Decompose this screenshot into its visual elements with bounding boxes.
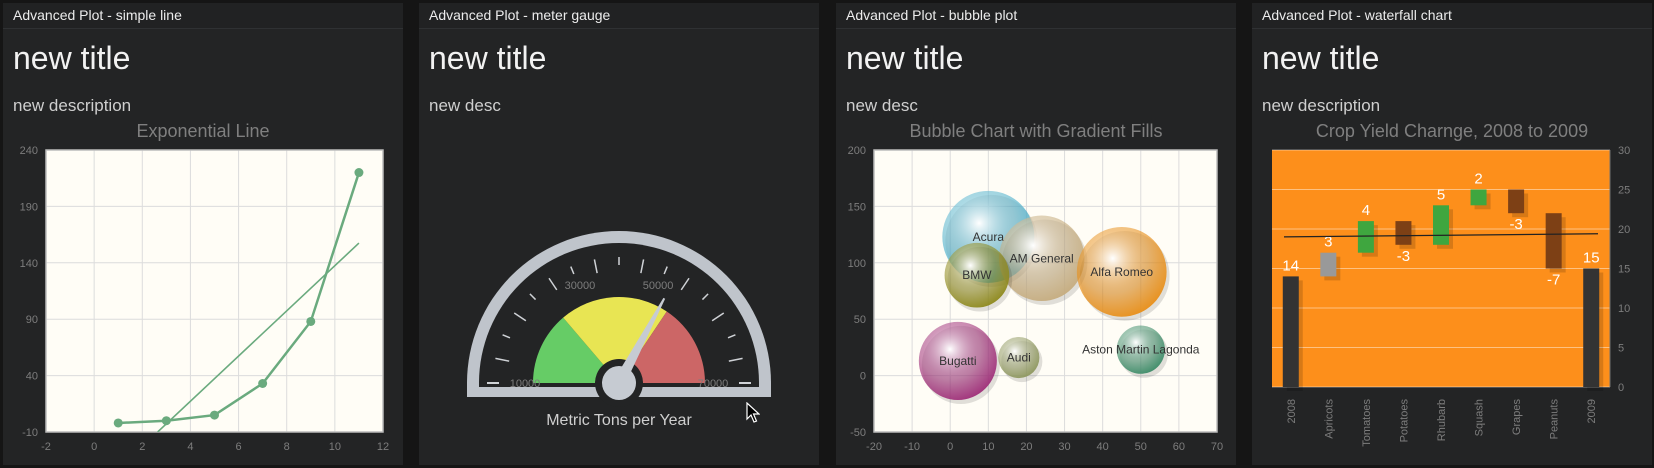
gauge-tick-label: 10000 (510, 378, 541, 390)
waterfall-bar (1433, 205, 1449, 245)
panel-waterfall-chart: Advanced Plot - waterfall chart new titl… (1252, 3, 1652, 465)
x-tick-label: Peanuts (1549, 399, 1561, 440)
gauge-tick-label: 50000 (643, 280, 674, 292)
bubble-label: Bugatti (939, 354, 976, 368)
y-tick-label: 15 (1618, 264, 1630, 276)
line-chart: -2 0 2 4 6 8 10 12 -10 40 90 140 190 240 (20, 145, 389, 453)
data-label: -3 (1397, 248, 1410, 265)
x-tick-label: Apricots (1323, 399, 1335, 439)
x-tick-label: 60 (1173, 441, 1185, 453)
data-label: 4 (1362, 202, 1370, 219)
gauge-tick-label: 30000 (565, 280, 596, 292)
x-tick-label: 0 (947, 441, 953, 453)
y-tick-label: 40 (26, 371, 38, 383)
waterfall-bar (1583, 268, 1600, 387)
x-tick-label: 12 (377, 441, 389, 453)
x-tick-label: 10 (982, 441, 994, 453)
data-point (161, 416, 171, 426)
x-tick-label: 6 (236, 441, 242, 453)
panel-meter-gauge: Advanced Plot - meter gauge new title ne… (419, 3, 819, 465)
x-tick-label: 40 (1097, 441, 1109, 453)
x-tick-label: Grapes (1511, 399, 1523, 436)
y-tick-label: 0 (860, 371, 866, 383)
x-tick-label: 20 (1020, 441, 1032, 453)
bubble-label: Aston Martin Lagonda (1082, 343, 1200, 357)
x-tick-label: 70 (1211, 441, 1223, 453)
gauge-tick-label: 70000 (698, 378, 729, 390)
meter-gauge: 10000 30000 50000 70000 Metric Tons per Year (467, 231, 771, 429)
data-label: -7 (1547, 272, 1560, 289)
y-tick-label: 20 (1618, 224, 1630, 236)
bubble-label: AM General (1010, 251, 1074, 265)
data-point (354, 168, 364, 178)
bubble-label: BMW (962, 268, 992, 282)
x-tick-label: -2 (41, 441, 51, 453)
x-tick-label: 2008 (1286, 399, 1298, 423)
y-tick-label: 90 (26, 314, 38, 326)
data-point (258, 378, 268, 388)
x-tick-label: 30 (1058, 441, 1070, 453)
mouse-cursor-icon (746, 402, 760, 423)
data-label: 15 (1583, 250, 1600, 267)
y-tick-label: 30 (1618, 145, 1630, 157)
waterfall-bar (1395, 221, 1412, 245)
data-point (210, 410, 219, 420)
x-tick-label: 50 (1135, 441, 1147, 453)
data-point (306, 316, 316, 326)
gauge-label: Metric Tons per Year (546, 412, 692, 429)
waterfall-chart: 0510152025301420083Apricots4Tomatoes-3Po… (1272, 145, 1630, 447)
waterfall-bar (1545, 213, 1562, 269)
x-tick-label: -10 (904, 441, 920, 453)
y-tick-label: 190 (20, 201, 38, 213)
bubble-label: Acura (973, 230, 1005, 244)
data-label: 5 (1437, 186, 1445, 203)
waterfall-bar (1320, 252, 1337, 277)
y-tick-label: 10 (1618, 303, 1630, 315)
waterfall-bar (1470, 189, 1487, 206)
y-tick-label: -10 (22, 427, 38, 439)
y-tick-label: 50 (854, 314, 866, 326)
y-tick-label: 140 (20, 258, 38, 270)
panel-simple-line: Advanced Plot - simple line new title ne… (3, 3, 403, 465)
data-point (113, 418, 123, 428)
x-tick-label: Tomatoes (1361, 399, 1373, 447)
y-tick-label: 150 (848, 201, 866, 213)
y-tick-label: 5 (1618, 343, 1624, 355)
y-tick-label: 25 (1618, 185, 1630, 197)
data-label: 14 (1282, 257, 1299, 274)
waterfall-bar (1508, 189, 1525, 214)
bubble-label: Alfa Romeo (1090, 265, 1153, 279)
y-tick-label: 240 (20, 145, 38, 157)
y-tick-label: 200 (848, 145, 866, 157)
x-tick-label: -20 (866, 441, 882, 453)
x-tick-label: 2 (139, 441, 145, 453)
waterfall-bar (1357, 221, 1374, 253)
data-label: -3 (1509, 216, 1522, 233)
y-tick-label: -50 (850, 427, 866, 439)
bubble-chart: -20 -10 0 10 20 30 40 50 60 70 -50 0 50 100 150 200 Acur… (848, 145, 1223, 453)
bubble-label: Audi (1007, 351, 1031, 365)
y-tick-label: 0 (1618, 382, 1624, 394)
x-tick-label: 8 (284, 441, 290, 453)
x-tick-label: Rhubarb (1436, 399, 1448, 441)
data-label: 2 (1474, 171, 1482, 188)
waterfall-bar (1282, 276, 1299, 387)
x-tick-label: 4 (187, 441, 193, 453)
x-tick-label: 2009 (1586, 399, 1598, 423)
x-tick-label: 10 (329, 441, 341, 453)
panel-bubble-plot: Advanced Plot - bubble plot new title ne… (836, 3, 1236, 465)
x-tick-label: 0 (91, 441, 97, 453)
y-tick-label: 100 (848, 258, 866, 270)
x-tick-label: Potatoes (1398, 399, 1410, 443)
gauge-hub (602, 366, 636, 400)
plot-area (46, 150, 383, 432)
x-tick-label: Squash (1474, 399, 1486, 436)
